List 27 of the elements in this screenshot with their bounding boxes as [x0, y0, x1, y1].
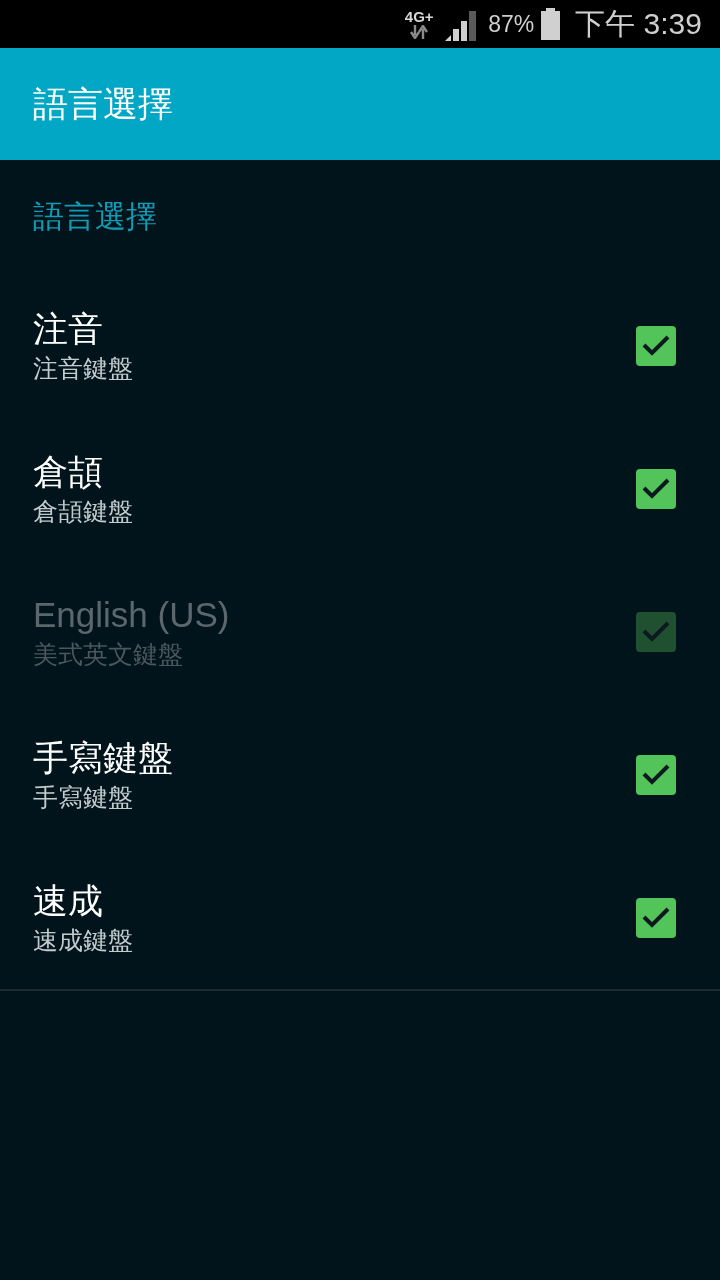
language-title: 注音 — [33, 307, 103, 350]
check-icon — [642, 477, 670, 500]
check-icon — [642, 620, 670, 643]
status-time: 下午 3:39 — [575, 6, 702, 42]
language-title: 手寫鍵盤 — [33, 736, 173, 779]
language-title: English (US) — [33, 593, 230, 636]
language-summary: 手寫鍵盤 — [33, 781, 133, 813]
check-icon — [642, 763, 670, 786]
language-summary: 速成鍵盤 — [33, 924, 133, 956]
check-icon — [642, 906, 670, 929]
checkbox[interactable] — [636, 468, 676, 509]
battery-icon — [541, 8, 561, 40]
checkbox[interactable] — [636, 754, 676, 795]
checkbox[interactable] — [636, 325, 676, 366]
check-icon — [642, 334, 670, 357]
signal-icon — [445, 9, 477, 41]
checkbox[interactable] — [636, 897, 676, 938]
app-title: 語言選擇 — [33, 83, 173, 125]
language-title: 倉頡 — [33, 450, 103, 493]
data-arrows-icon — [410, 25, 429, 39]
language-title: 速成 — [33, 879, 103, 922]
language-summary: 美式英文鍵盤 — [33, 638, 183, 670]
battery-percent: 87% — [488, 10, 535, 38]
network-type: 4G+ — [404, 9, 434, 25]
category-header: 語言選擇 — [33, 198, 157, 236]
language-summary: 倉頡鍵盤 — [33, 495, 133, 527]
language-summary: 注音鍵盤 — [33, 352, 133, 384]
